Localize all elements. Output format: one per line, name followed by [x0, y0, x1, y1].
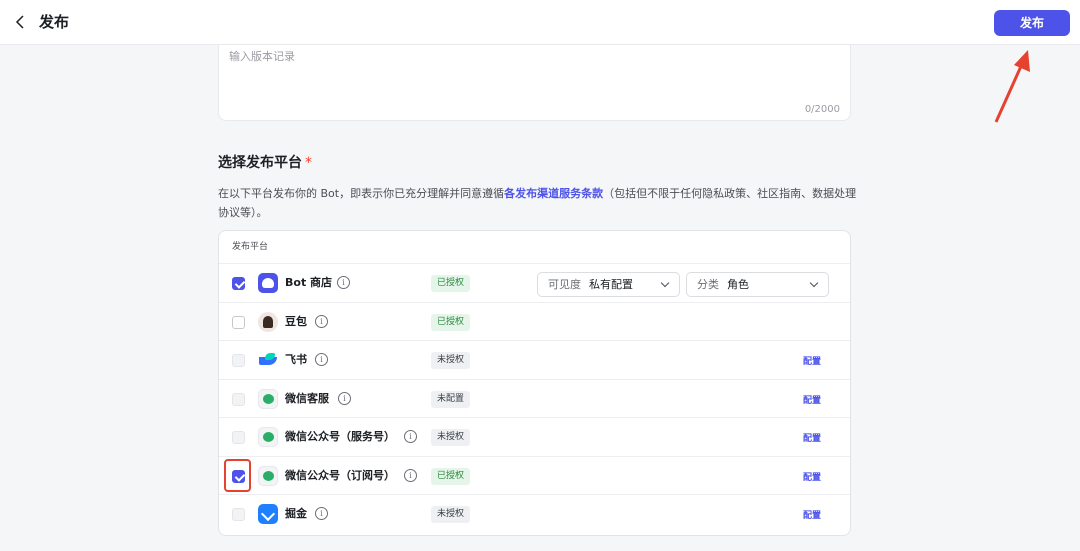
table-row: 豆包 i 已授权 — [219, 303, 850, 341]
section-title: 选择发布平台 * — [218, 153, 312, 173]
platform-name: 掘金 — [285, 507, 307, 520]
desc-text-before: 在以下平台发布你的 Bot，即表示你已充分理解并同意遵循 — [218, 187, 505, 200]
status-badge: 已授权 — [431, 275, 471, 292]
info-icon[interactable]: i — [337, 276, 350, 289]
platform-table: 发布平台 Bot 商店 i 已授权 可见度 私有配置 分类 角色 豆包 i 已授权 … — [218, 230, 851, 536]
chevron-down-icon — [809, 278, 819, 288]
checkbox-wechat-service[interactable] — [232, 392, 245, 406]
info-icon[interactable]: i — [315, 314, 328, 328]
annotation-arrow-icon — [994, 50, 1030, 123]
status-badge: 未授权 — [431, 352, 471, 369]
status-badge: 已授权 — [431, 313, 471, 331]
platform-name: 豆包 — [285, 314, 307, 328]
table-row: Bot 商店 i 已授权 可见度 私有配置 分类 角色 — [219, 264, 850, 303]
feishu-icon — [258, 350, 278, 370]
back-arrow-icon[interactable] — [12, 12, 30, 32]
table-row: 掘金 i 未授权 配置 — [219, 495, 850, 534]
platform-name: 微信公众号（订阅号） — [285, 468, 395, 482]
category-select[interactable]: 分类 角色 — [686, 272, 829, 297]
platform-name: Bot 商店 — [285, 276, 333, 289]
top-bar: 发布 发布 — [0, 0, 1080, 45]
juejin-icon — [258, 504, 278, 524]
page-title: 发布 — [39, 13, 70, 31]
info-icon[interactable]: i — [315, 507, 328, 520]
section-description: 在以下平台发布你的 Bot，即表示你已充分理解并同意遵循各发布渠道服务条款（包括… — [218, 184, 858, 222]
wechat-icon — [258, 427, 278, 447]
config-link[interactable]: 配置 — [803, 470, 821, 483]
info-icon[interactable]: i — [338, 391, 351, 405]
checkbox-feishu[interactable] — [232, 354, 245, 367]
wechat-icon — [258, 465, 278, 486]
config-link[interactable]: 配置 — [803, 508, 821, 521]
version-notes-input[interactable]: 输入版本记录 0/2000 — [218, 45, 851, 121]
platform-name: 微信客服 — [285, 391, 329, 405]
status-badge: 已授权 — [431, 467, 471, 485]
version-notes-placeholder: 输入版本记录 — [229, 50, 295, 63]
terms-link[interactable]: 各发布渠道服务条款 — [504, 187, 603, 200]
publish-button[interactable]: 发布 — [994, 10, 1070, 36]
checkbox-wechat-official-service[interactable] — [232, 431, 245, 444]
visibility-label: 可见度 — [548, 278, 581, 291]
checkbox-wechat-official-subscription[interactable] — [232, 469, 245, 483]
info-icon[interactable]: i — [404, 430, 417, 443]
bot-store-icon — [258, 273, 278, 293]
section-title-text: 选择发布平台 — [218, 155, 302, 171]
config-link[interactable]: 配置 — [803, 431, 821, 444]
doubao-icon — [258, 311, 278, 332]
table-header: 发布平台 — [219, 231, 850, 264]
table-row: 飞书 i 未授权 配置 — [219, 341, 850, 380]
platform-name: 微信公众号（服务号） — [285, 430, 395, 443]
status-badge: 未配置 — [431, 390, 471, 408]
char-counter: 0/2000 — [804, 104, 840, 115]
status-badge: 未授权 — [431, 429, 471, 446]
status-badge: 未授权 — [431, 506, 471, 523]
platform-name: 飞书 — [285, 353, 307, 366]
category-label: 分类 — [697, 278, 719, 291]
wechat-icon — [258, 388, 278, 409]
checkbox-doubao[interactable] — [232, 315, 245, 329]
config-link[interactable]: 配置 — [803, 393, 821, 406]
chevron-down-icon — [660, 278, 670, 288]
visibility-value: 私有配置 — [589, 278, 633, 291]
info-icon[interactable]: i — [315, 353, 328, 366]
config-link[interactable]: 配置 — [803, 354, 821, 367]
visibility-select[interactable]: 可见度 私有配置 — [537, 272, 680, 297]
category-value: 角色 — [727, 278, 749, 291]
table-row: 微信公众号（服务号） i 未授权 配置 — [219, 418, 850, 457]
checkbox-bot-store[interactable] — [232, 277, 245, 290]
table-row: 微信客服 i 未配置 配置 — [219, 380, 850, 418]
required-mark: * — [305, 155, 312, 171]
info-icon[interactable]: i — [404, 468, 417, 482]
table-row: 微信公众号（订阅号） i 已授权 配置 — [219, 457, 850, 495]
checkbox-juejin[interactable] — [232, 508, 245, 521]
